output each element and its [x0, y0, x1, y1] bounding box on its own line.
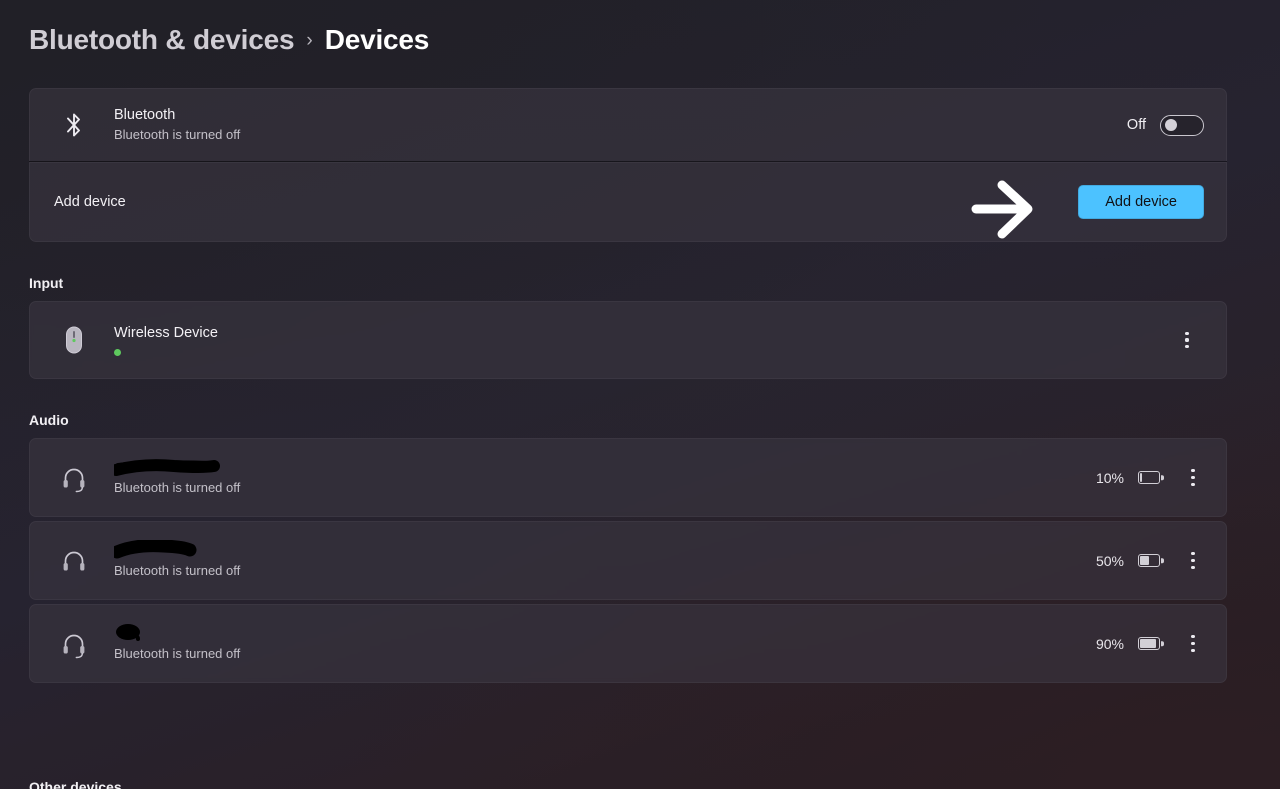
- audio-device-card-1: Bluetooth is turned off 10%: [29, 438, 1227, 517]
- add-device-label: Add device: [54, 193, 126, 210]
- settings-content: Bluetooth & devices › Devices Bluetooth …: [0, 0, 1280, 789]
- battery-icon: [1138, 637, 1164, 650]
- more-options-icon[interactable]: [1182, 547, 1204, 575]
- bluetooth-text: Bluetooth Bluetooth is turned off: [114, 106, 1127, 144]
- redacted-device-name: [114, 539, 1096, 561]
- device-row[interactable]: Wireless Device: [30, 302, 1226, 378]
- breadcrumb: Bluetooth & devices › Devices: [0, 0, 1280, 72]
- add-device-card: Add device Add device: [29, 162, 1227, 242]
- section-heading-other-devices: Other devices: [29, 779, 122, 789]
- bluetooth-title: Bluetooth: [114, 107, 176, 123]
- device-controls: 90%: [1096, 630, 1204, 658]
- device-subtitle: Bluetooth is turned off: [114, 645, 241, 661]
- device-subtitle: Bluetooth is turned off: [114, 479, 241, 495]
- battery-percent-label: 90%: [1095, 635, 1124, 652]
- add-device-row: Add device Add device: [30, 163, 1226, 241]
- chevron-right-icon: ›: [306, 30, 313, 51]
- device-text: Wireless Device: [114, 324, 1176, 356]
- device-row[interactable]: Bluetooth is turned off 10%: [30, 439, 1226, 516]
- bluetooth-icon: [54, 112, 94, 138]
- device-name: Wireless Device: [114, 325, 218, 341]
- toggle-knob: [1165, 119, 1177, 131]
- bluetooth-row: Bluetooth Bluetooth is turned off Off: [30, 89, 1226, 161]
- breadcrumb-parent-link[interactable]: Bluetooth & devices: [29, 24, 295, 56]
- add-device-button[interactable]: Add device: [1078, 185, 1204, 219]
- device-text: Bluetooth is turned off: [114, 539, 1096, 580]
- redacted-device-name: [114, 623, 1096, 644]
- input-devices-card: Wireless Device: [29, 301, 1227, 379]
- bluetooth-card: Bluetooth Bluetooth is turned off Off: [29, 88, 1227, 161]
- bluetooth-controls: Off: [1126, 114, 1204, 136]
- battery-icon: [1138, 554, 1164, 567]
- device-text: Bluetooth is turned off: [114, 623, 1096, 663]
- section-heading-input: Input: [29, 275, 64, 291]
- device-subtitle: Bluetooth is turned off: [114, 562, 241, 578]
- redacted-device-name: [114, 458, 1096, 478]
- more-options-icon[interactable]: [1182, 464, 1204, 492]
- section-heading-audio: Audio: [29, 412, 69, 428]
- more-options-icon[interactable]: [1182, 630, 1204, 658]
- audio-device-card-2: Bluetooth is turned off 50%: [29, 521, 1227, 600]
- device-text: Bluetooth is turned off: [114, 458, 1096, 497]
- bluetooth-toggle[interactable]: [1160, 114, 1204, 136]
- add-device-text: Add device: [54, 193, 1078, 212]
- mouse-icon: [54, 325, 94, 355]
- bluetooth-subtitle: Bluetooth is turned off: [114, 127, 241, 142]
- battery-percent-label: 50%: [1095, 552, 1124, 569]
- headphones-icon: [54, 546, 94, 576]
- headset-icon: [54, 463, 94, 493]
- battery-percent-label: 10%: [1095, 469, 1124, 486]
- bluetooth-settings-card-group: Bluetooth Bluetooth is turned off Off Ad…: [29, 88, 1227, 242]
- add-device-controls: Add device: [1078, 185, 1204, 219]
- battery-icon: [1138, 471, 1164, 484]
- headset-icon: [54, 629, 94, 659]
- device-controls: 10%: [1096, 464, 1204, 492]
- more-options-icon[interactable]: [1176, 326, 1198, 354]
- device-row[interactable]: Bluetooth is turned off 50%: [30, 522, 1226, 599]
- device-controls: 50%: [1096, 547, 1204, 575]
- settings-page: Bluetooth & devices › Devices Bluetooth …: [0, 0, 1280, 789]
- audio-device-card-3: Bluetooth is turned off 90%: [29, 604, 1227, 683]
- bluetooth-toggle-state-label: Off: [1126, 117, 1146, 133]
- device-row[interactable]: Bluetooth is turned off 90%: [30, 605, 1226, 682]
- status-badge-connected: [114, 349, 121, 356]
- device-controls: [1176, 326, 1204, 354]
- page-title: Devices: [324, 24, 430, 55]
